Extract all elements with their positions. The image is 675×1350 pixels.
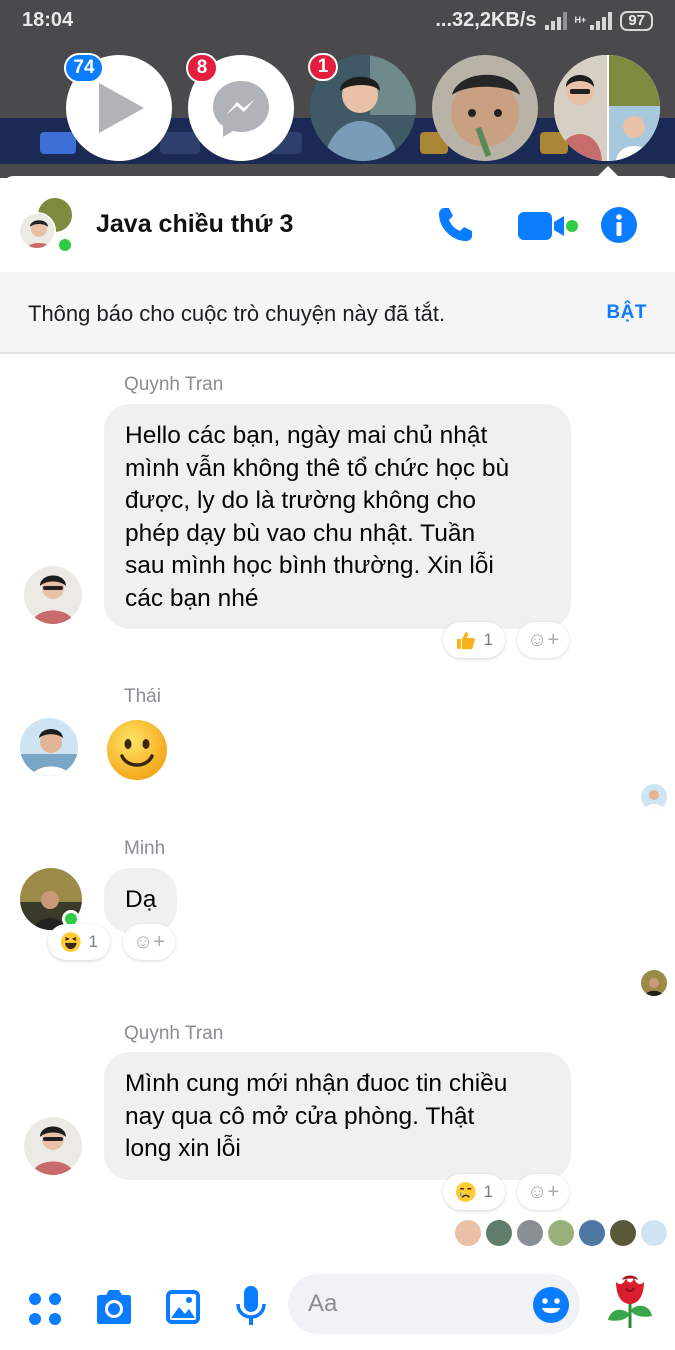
chat-head-video[interactable]: 74 xyxy=(64,53,172,161)
message-line: các bạn nhé xyxy=(125,584,259,612)
message-line: được, ly do là trường không cho xyxy=(125,487,476,514)
group-avatar[interactable] xyxy=(18,196,76,254)
sender-avatar[interactable] xyxy=(20,718,78,776)
rose-icon[interactable] xyxy=(602,1270,658,1332)
emoji-icon[interactable] xyxy=(532,1286,570,1324)
mic-icon[interactable] xyxy=(234,1284,268,1328)
background-app-chip xyxy=(160,132,200,154)
read-receipts-row xyxy=(455,1220,669,1248)
message-bubble[interactable]: Dạ xyxy=(104,868,178,933)
read-receipt-avatar xyxy=(641,970,667,996)
person-avatar-icon xyxy=(24,566,82,624)
message-line: Hello các bạn, ngày mai chủ nhật xyxy=(125,422,488,449)
crying-icon xyxy=(455,1182,476,1202)
unmute-button[interactable]: BẬT xyxy=(606,302,647,324)
group-avatar-member xyxy=(18,212,56,250)
background-app-chip xyxy=(40,132,76,154)
battery-icon: 97 xyxy=(620,10,653,31)
add-reaction-button[interactable]: ☺+ xyxy=(517,622,569,658)
message-line: Mình cung mới nhận đuoc tin chiều xyxy=(125,1070,508,1097)
gallery-icon[interactable] xyxy=(164,1288,202,1326)
chat-head-person[interactable] xyxy=(432,55,538,161)
thumbs-up-icon xyxy=(456,632,475,650)
online-indicator xyxy=(56,236,74,254)
sender-avatar[interactable] xyxy=(20,868,82,930)
message-composer xyxy=(0,1268,675,1350)
message-bubble[interactable]: Mình cung mới nhận đuoc tin chiều nay qu… xyxy=(104,1052,571,1180)
laughing-icon xyxy=(60,932,81,952)
message-line: nay qua cô mở cửa phòng. Thật xyxy=(125,1102,475,1130)
video-call-icon[interactable] xyxy=(516,208,580,244)
message-line: mình vẫn không thê tổ chức học bù xyxy=(125,454,510,482)
message-bubble[interactable]: Hello các bạn, ngày mai chủ nhật mình vẫ… xyxy=(104,404,571,629)
message-line: phép dạy bù vao chu nhật. Tuần xyxy=(125,519,476,547)
status-bar: 18:04 ...32,2KB/s H+ 97 xyxy=(0,0,675,42)
add-reaction-button[interactable]: ☺+ xyxy=(123,924,175,960)
message-sender: Thái xyxy=(124,686,161,707)
message-sender: Minh xyxy=(124,838,166,859)
sender-avatar[interactable] xyxy=(24,566,82,624)
phone-icon[interactable] xyxy=(436,204,476,244)
mute-notice-text: Thông báo cho cuộc trò chuyện này đã tắt… xyxy=(28,301,446,326)
read-receipt-avatar xyxy=(486,1220,512,1246)
person-avatar-icon xyxy=(641,784,667,810)
status-indicators: ...32,2KB/s H+ 97 xyxy=(435,9,653,32)
reaction-badge[interactable]: 1 xyxy=(443,1174,505,1210)
read-receipt-avatar xyxy=(517,1220,543,1246)
person-avatar-icon xyxy=(20,718,78,776)
reaction-count: 1 xyxy=(483,630,493,649)
read-receipt-avatar xyxy=(641,784,667,810)
network-type: H+ xyxy=(574,15,587,25)
read-receipt-avatar xyxy=(641,1220,667,1246)
person-avatar-icon xyxy=(20,214,54,248)
signal-icon xyxy=(590,11,613,30)
chat-head-disc xyxy=(554,55,660,161)
smiley-icon[interactable] xyxy=(105,718,169,782)
camera-icon[interactable] xyxy=(93,1288,135,1326)
group-avatar-icon xyxy=(554,55,660,161)
conversation-sheet: Java chiều thứ 3 Thông báo cho cuộc trò … xyxy=(0,176,675,1350)
message-sender: Quynh Tran xyxy=(124,1023,224,1044)
conversation-header: Java chiều thứ 3 xyxy=(0,176,675,272)
status-time: 18:04 xyxy=(22,9,74,31)
conversation-title[interactable]: Java chiều thứ 3 xyxy=(96,210,293,239)
message-sender: Quynh Tran xyxy=(124,374,224,395)
read-receipt-avatar xyxy=(548,1220,574,1246)
read-receipt-avatar xyxy=(610,1220,636,1246)
reaction-count: 1 xyxy=(483,1182,493,1201)
person-avatar-icon xyxy=(641,970,667,996)
chat-head-group[interactable] xyxy=(554,55,660,161)
reaction-badge[interactable]: 1 xyxy=(48,924,110,960)
chat-head-person[interactable]: 1 xyxy=(308,53,416,161)
network-speed: ...32,2KB/s xyxy=(435,9,537,31)
message-line: long xin lỗi xyxy=(125,1135,241,1162)
info-icon[interactable] xyxy=(600,206,638,244)
chat-head-disc xyxy=(432,55,538,161)
person-avatar-icon xyxy=(432,55,538,161)
signal-icon xyxy=(544,11,567,30)
mute-notice: Thông báo cho cuộc trò chuyện này đã tắt… xyxy=(0,272,675,354)
chat-head-badge: 1 xyxy=(308,53,338,81)
read-receipt-avatar xyxy=(579,1220,605,1246)
reaction-badge[interactable]: 1 xyxy=(443,622,505,658)
chat-head-badge: 74 xyxy=(64,53,104,83)
chat-head-badge: 8 xyxy=(186,53,218,83)
add-reaction-button[interactable]: ☺+ xyxy=(517,1174,569,1210)
reaction-count: 1 xyxy=(88,932,98,951)
chat-head-messenger[interactable]: 8 xyxy=(186,53,294,161)
message-line: sau mình học bình thường. Xin lỗi xyxy=(125,552,494,579)
person-avatar-icon xyxy=(24,1117,82,1175)
apps-icon[interactable] xyxy=(26,1290,64,1328)
chat-heads-overlay: 18:04 ...32,2KB/s H+ 97 74 8 1 xyxy=(0,0,675,178)
sender-avatar[interactable] xyxy=(24,1117,82,1175)
read-receipt-avatar xyxy=(455,1220,481,1246)
